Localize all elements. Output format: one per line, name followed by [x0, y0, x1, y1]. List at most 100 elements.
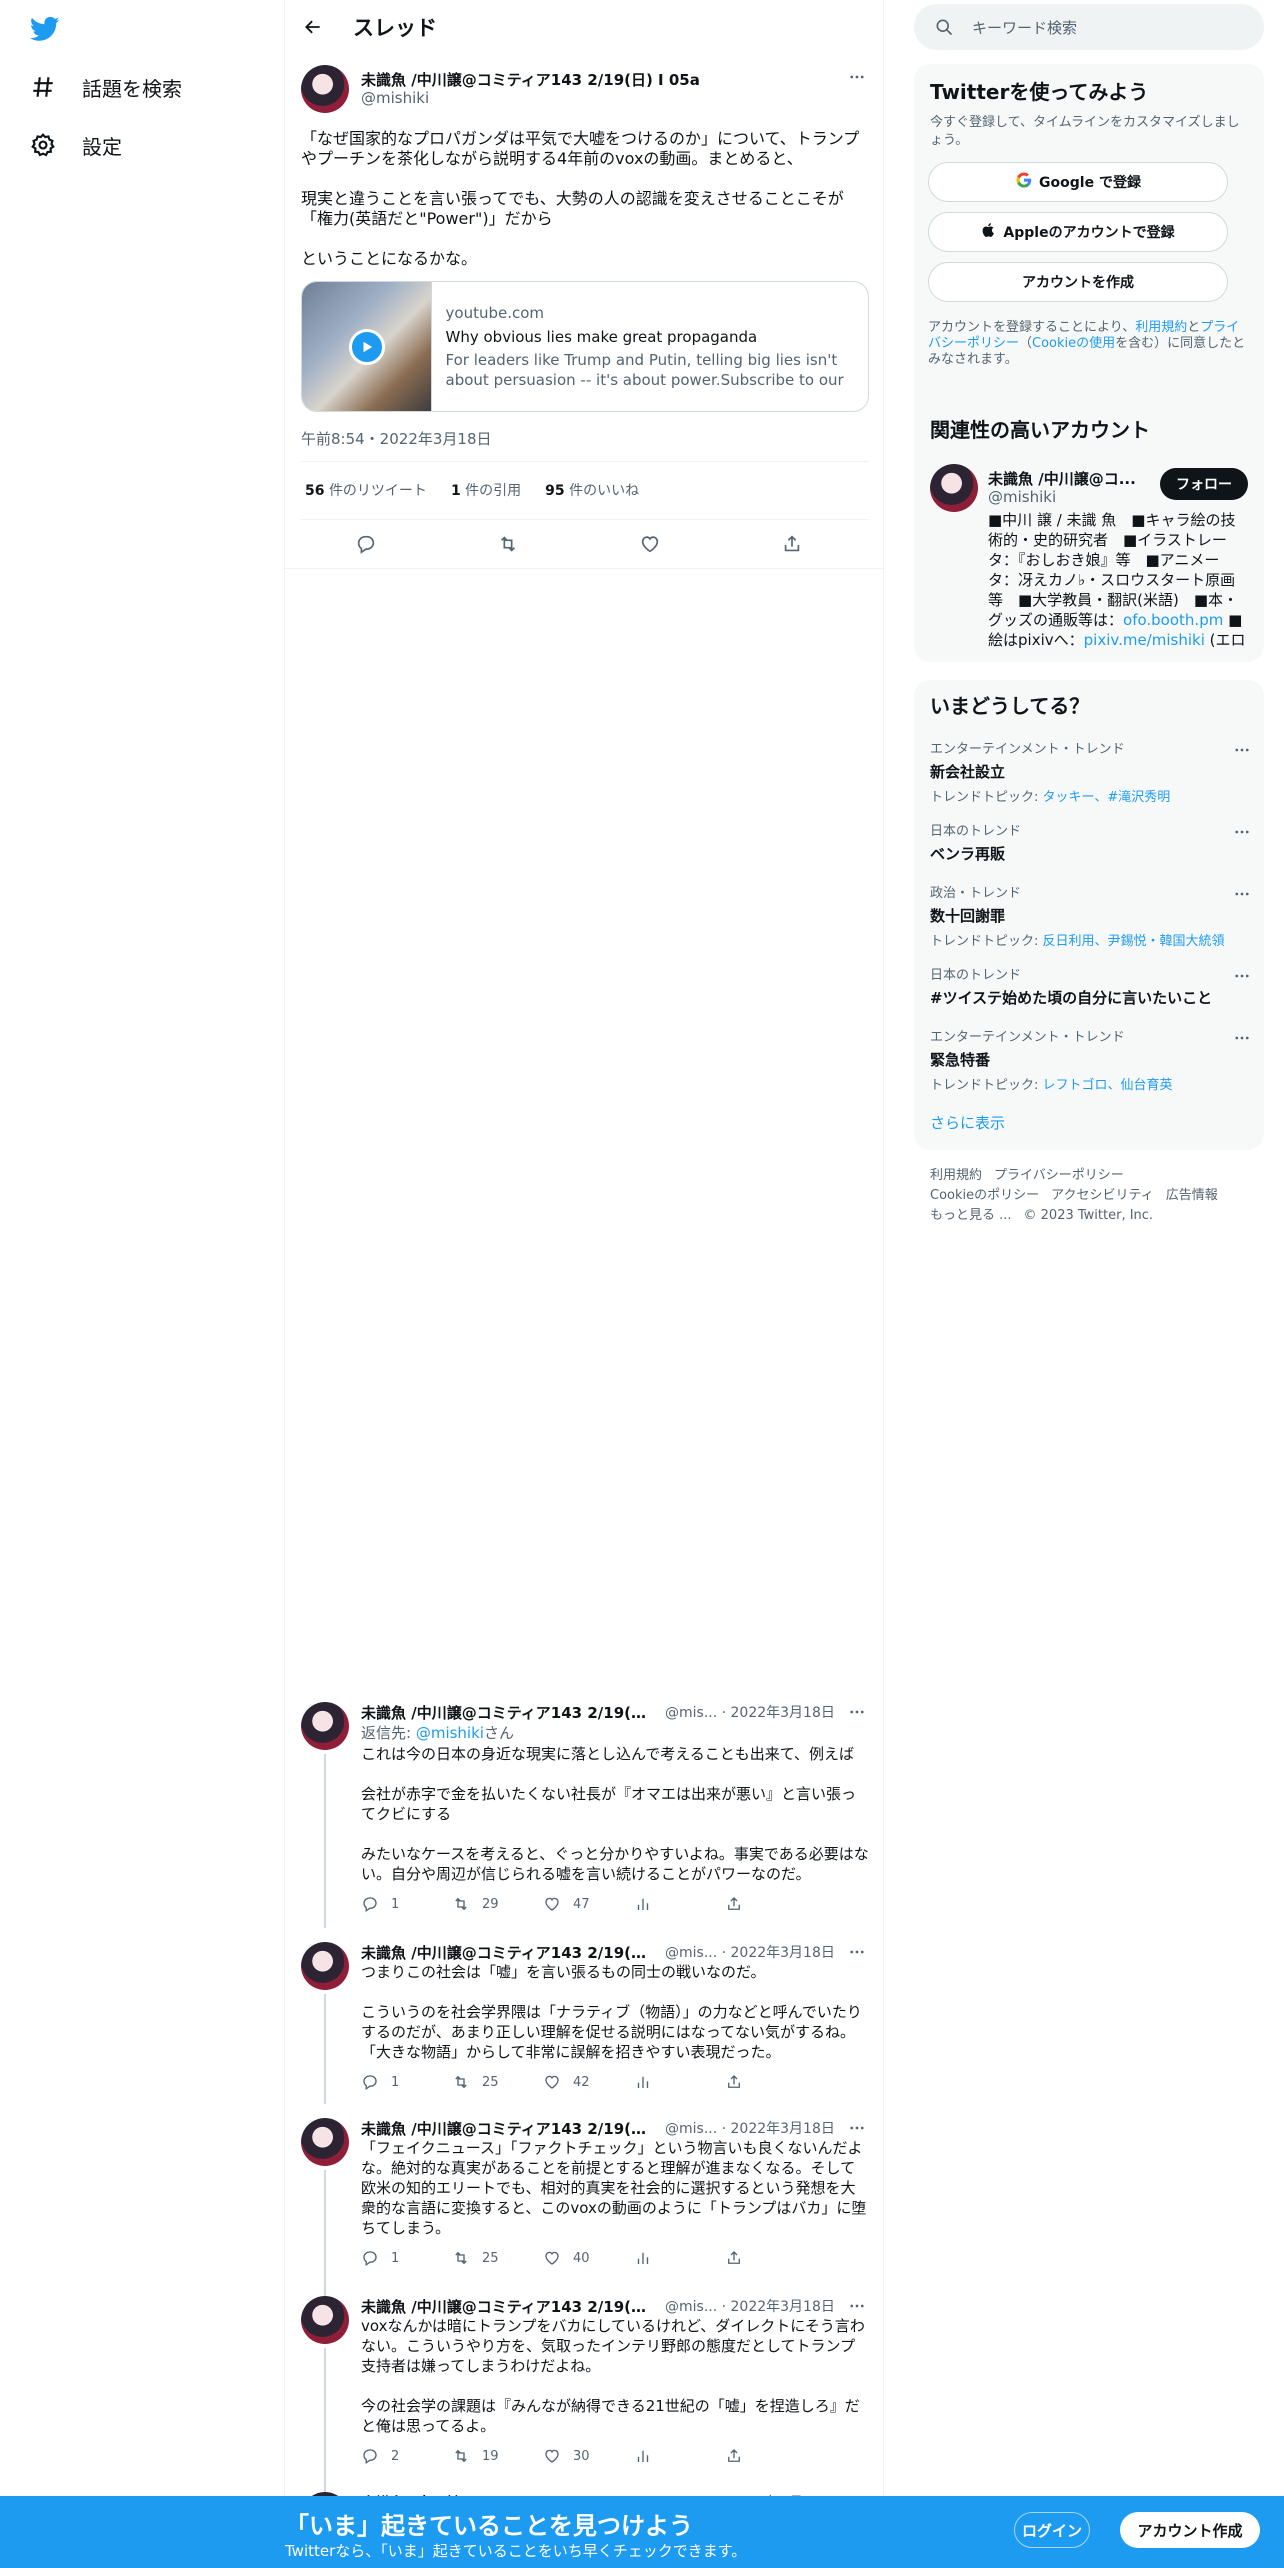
like-icon[interactable] — [639, 533, 673, 555]
back-arrow-icon[interactable] — [301, 15, 325, 39]
reply-tweet[interactable]: 未識魚 /中川譲@コミティア143 2/19(日)... @mis... · 2… — [285, 1690, 885, 1924]
signup-button[interactable]: アカウント作成 — [1120, 2512, 1260, 2548]
trend-category: エンターテインメント・トレンド — [930, 1030, 1125, 1045]
reply-header: 未識魚 /中川譲@コミティア143 2/19(日)... @mis... · 2… — [361, 1702, 869, 1722]
search-box[interactable]: キーワード検索 — [914, 4, 1264, 50]
reply-meta[interactable]: @mis... · 2022年3月18日 — [665, 1702, 835, 1722]
login-button[interactable]: ログイン — [1014, 2512, 1090, 2548]
trend-category: 日本のトレンド — [930, 824, 1022, 839]
more-options-icon[interactable] — [845, 2294, 869, 2318]
more-options-icon[interactable] — [1230, 820, 1254, 844]
like-button[interactable]: 30 — [543, 2447, 619, 2465]
cookie-link[interactable]: Cookieの使用 — [1032, 336, 1115, 351]
more-options-icon[interactable] — [1230, 882, 1254, 906]
trend-item[interactable]: 日本のトレンド ベンラ再販 — [930, 820, 1249, 864]
more-options-icon[interactable] — [845, 1940, 869, 1964]
avatar[interactable] — [301, 1702, 349, 1750]
share-icon[interactable] — [725, 2249, 801, 2267]
nav-explore[interactable]: 話題を検索 — [28, 70, 182, 104]
reply-tweet[interactable]: 未識魚 /中川譲@コミティア143 2/19(日)... @mis... · 2… — [285, 1916, 885, 2104]
trend-item[interactable]: エンターテインメント・トレンド 新会社設立 トレンドトピック: タッキー、#滝沢… — [930, 738, 1249, 805]
author-name[interactable]: 未識魚 /中川譲@コミティア143 2/19(日) I 05a — [361, 69, 700, 90]
nav-settings-label: 設定 — [82, 134, 122, 159]
signup-legal: アカウントを登録することにより、利用規約とプライバシーポリシー（Cookieの使… — [928, 320, 1246, 367]
footer-link[interactable]: 利用規約 — [930, 1168, 982, 1183]
author-name[interactable]: 未識魚 /中川譲@コミティア143 2/19(日)... — [361, 1702, 649, 1723]
likes-stat[interactable]: 95 件のいいね — [545, 480, 639, 500]
bio-link[interactable]: ofo.booth.pm — [1123, 611, 1223, 629]
analytics-icon[interactable] — [634, 2249, 710, 2267]
apple-signup-button[interactable]: Appleのアカウントで登録 — [928, 212, 1228, 252]
footer-link[interactable]: プライバシーポリシー — [994, 1168, 1124, 1183]
reply-to-handle[interactable]: @mishiki — [416, 1724, 484, 1742]
avatar[interactable] — [930, 464, 978, 512]
related-account-name[interactable]: 未識魚 /中川譲@コ... — [988, 468, 1148, 489]
follow-button[interactable]: フォロー — [1160, 468, 1248, 500]
footer-link[interactable]: アクセシビリティ — [1051, 1188, 1154, 1203]
avatar[interactable] — [301, 2118, 349, 2166]
play-icon[interactable] — [349, 329, 385, 365]
footer-link[interactable]: Cookieのポリシー — [930, 1188, 1039, 1203]
more-options-icon[interactable] — [845, 2116, 869, 2140]
terms-link[interactable]: 利用規約 — [1135, 320, 1187, 335]
more-options-icon[interactable] — [1230, 738, 1254, 762]
show-more-link[interactable]: さらに表示 — [930, 1112, 1005, 1133]
link-card[interactable]: youtube.com Why obvious lies make great … — [301, 281, 869, 412]
nav-settings[interactable]: 設定 — [28, 128, 122, 162]
share-icon[interactable] — [781, 533, 815, 555]
more-options-icon[interactable] — [845, 65, 869, 89]
tweet-timestamp[interactable]: 午前8:54・2022年3月18日 — [301, 428, 492, 449]
reply-tweet[interactable]: 未識魚 /中川譲@コミティア143 2/19(日)... @mis... · 2… — [285, 2282, 885, 2498]
avatar[interactable] — [301, 2296, 349, 2344]
trend-item[interactable]: 政治・トレンド 数十回謝罪 トレンドトピック: 反日利用、尹錫悦・韓国大統領 — [930, 882, 1249, 949]
author-name[interactable]: 未識魚 /中川譲@コミティア143 2/19(日)... — [361, 2118, 649, 2139]
trend-item[interactable]: エンターテインメント・トレンド 緊急特番 トレンドトピック: レフトゴロ、仙台育… — [930, 1026, 1249, 1093]
twitter-logo-icon[interactable] — [28, 14, 62, 44]
reply-meta[interactable]: @mis... · 2022年3月18日 — [665, 2118, 835, 2138]
avatar[interactable] — [301, 65, 349, 113]
analytics-icon[interactable] — [634, 1895, 710, 1913]
retweet-button[interactable]: 25 — [452, 2073, 528, 2091]
reply-meta[interactable]: @mis... · 2022年3月18日 — [665, 2296, 835, 2316]
reply-button[interactable]: 1 — [361, 2249, 437, 2267]
like-button[interactable]: 47 — [543, 1895, 619, 1913]
retweet-button[interactable]: 29 — [452, 1895, 528, 1913]
reply-button[interactable]: 1 — [361, 2073, 437, 2091]
reply-button[interactable]: 2 — [361, 2447, 437, 2465]
retweet-button[interactable]: 25 — [452, 2249, 528, 2267]
google-signup-button[interactable]: Google で登録 — [928, 162, 1228, 202]
bio-link[interactable]: pixiv.me/mishiki — [1084, 631, 1205, 649]
more-options-icon[interactable] — [1230, 1026, 1254, 1050]
retweet-button[interactable]: 19 — [452, 2447, 528, 2465]
like-button[interactable]: 40 — [543, 2249, 619, 2267]
retweets-stat[interactable]: 56 件のリツイート — [305, 480, 427, 500]
related-account-handle[interactable]: @mishiki — [988, 488, 1056, 506]
author-handle[interactable]: @mishiki — [361, 89, 429, 107]
trend-item[interactable]: 日本のトレンド #ツイステ始めた頃の自分に言いたいこと — [930, 964, 1249, 1008]
apple-icon — [981, 221, 1003, 243]
retweet-icon[interactable] — [497, 533, 531, 555]
thread-line — [324, 2170, 326, 2292]
share-icon[interactable] — [725, 1895, 801, 1913]
analytics-icon[interactable] — [634, 2447, 710, 2465]
reply-tweet[interactable]: 未識魚 /中川譲@コミティア143 2/19(日)... @mis... · 2… — [285, 2096, 885, 2292]
footer-link[interactable]: 広告情報 — [1166, 1188, 1218, 1203]
avatar[interactable] — [301, 1942, 349, 1990]
page-title: スレッド — [353, 15, 437, 40]
reply-meta[interactable]: @mis... · 2022年3月18日 — [665, 1942, 835, 1962]
more-options-icon[interactable] — [1230, 964, 1254, 988]
share-icon[interactable] — [725, 2073, 801, 2091]
quotes-stat[interactable]: 1 件の引用 — [451, 480, 521, 500]
create-account-button[interactable]: アカウントを作成 — [928, 262, 1228, 302]
related-title: 関連性の高いアカウント — [930, 418, 1150, 442]
author-name[interactable]: 未識魚 /中川譲@コミティア143 2/19(日)... — [361, 1942, 649, 1963]
footer-link[interactable]: もっと見る ... — [930, 1208, 1012, 1223]
like-button[interactable]: 42 — [543, 2073, 619, 2091]
reply-button[interactable]: 1 — [361, 1895, 437, 1913]
trend-name: #ツイステ始めた頃の自分に言いたいこと — [930, 989, 1213, 1007]
reply-icon[interactable] — [355, 533, 389, 555]
share-icon[interactable] — [725, 2447, 801, 2465]
author-name[interactable]: 未識魚 /中川譲@コミティア143 2/19(日)... — [361, 2296, 649, 2317]
more-options-icon[interactable] — [845, 1700, 869, 1724]
analytics-icon[interactable] — [634, 2073, 710, 2091]
